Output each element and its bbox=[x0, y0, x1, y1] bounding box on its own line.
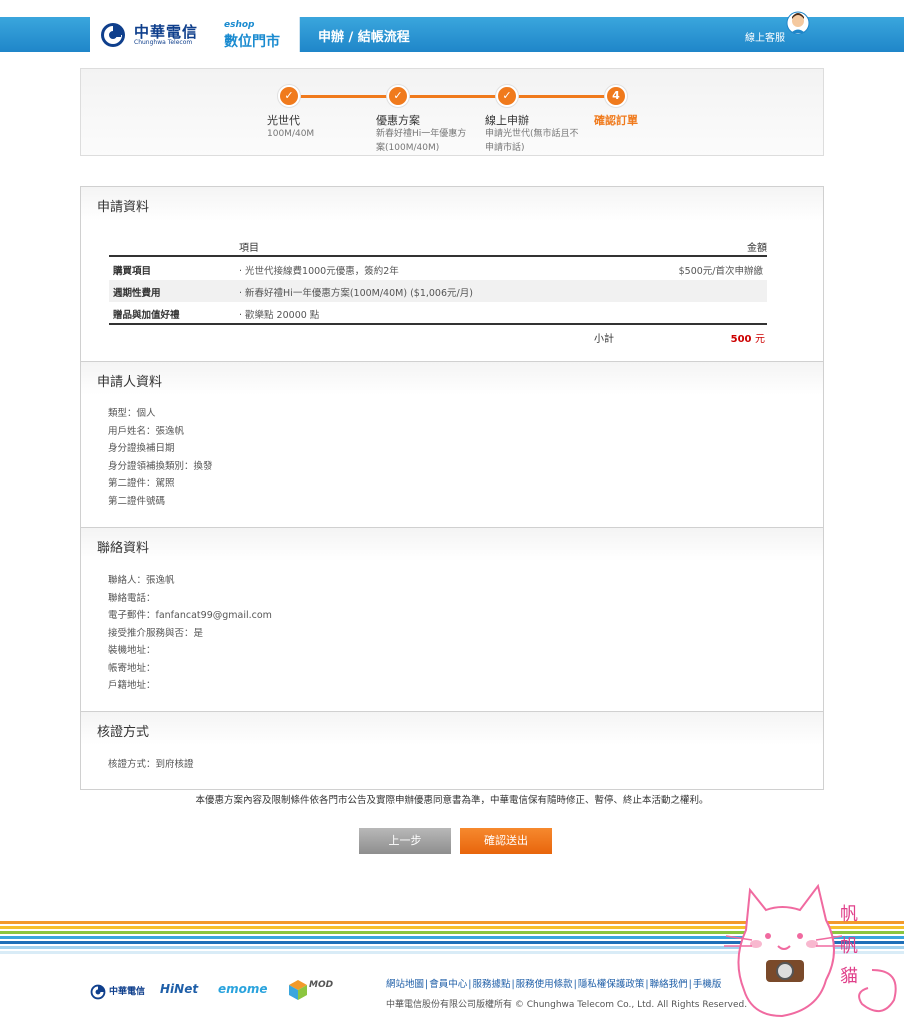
step-1-name: 光世代 bbox=[267, 114, 300, 127]
applicant-section-title: 申請人資料 bbox=[97, 375, 163, 390]
confirm-submit-button[interactable]: 確認送出 bbox=[460, 828, 552, 854]
verify-info-list: 核證方式：到府核證 bbox=[108, 756, 194, 774]
terms-notice: 本優惠方案內容及限制條件依各門市公告及實際申辦優惠同意書為準，中華電信保有隨時修… bbox=[195, 795, 709, 806]
progress-steps: ✓ 光世代 100M/40M ✓ 優惠方案 新春好禮Hi一年優惠方案(100M/… bbox=[80, 68, 824, 156]
column-amount: 金額 bbox=[747, 243, 767, 254]
list-item: 聯絡電話： bbox=[108, 592, 156, 604]
page-title: 申辦 / 結帳流程 bbox=[318, 30, 410, 45]
footer-link-member[interactable]: 會員中心 bbox=[429, 979, 467, 990]
footer-link-locations[interactable]: 服務據點 bbox=[472, 979, 510, 990]
list-item: 身分證領補換類別：換發 bbox=[108, 460, 213, 472]
footer-logo-chunghwa[interactable]: 中華電信 bbox=[109, 984, 145, 997]
step-1-desc: 100M/40M bbox=[267, 129, 315, 139]
site-header: 中華電信 Chunghwa Telecom eshop 數位門市 申辦 / 結帳… bbox=[0, 0, 904, 52]
table-row: 購買項目 · 光世代接線費1000元優惠，簽約2年 $500元/首次申辦繳 bbox=[109, 258, 767, 280]
footer-links: 網站地圖|會員中心|服務據點|服務使用條款|隱私權保護政策|聯絡我們|手機版 bbox=[386, 979, 722, 990]
list-item: 第二證件號碼 bbox=[108, 495, 166, 507]
row-label: 週期性費用 bbox=[113, 288, 161, 299]
verify-section-header: 核證方式 bbox=[81, 711, 823, 745]
step-2-name: 優惠方案 bbox=[376, 114, 420, 127]
contact-section-header: 聯絡資料 bbox=[81, 527, 823, 561]
contact-section-title: 聯絡資料 bbox=[97, 541, 150, 556]
footer-link-mobile[interactable]: 手機版 bbox=[693, 979, 722, 990]
list-item: 核證方式：到府核證 bbox=[108, 759, 194, 770]
list-item: 電子郵件：fanfancat99@gmail.com bbox=[108, 610, 272, 621]
list-item: 身分證換補日期 bbox=[108, 443, 175, 454]
footer-copyright: 中華電信股份有限公司版權所有 © Chunghwa Telecom Co., L… bbox=[386, 1000, 748, 1010]
subtotal-label: 小計 bbox=[594, 334, 614, 345]
cat-watermark-icon: 帆 帆 貓 bbox=[724, 883, 897, 1018]
footer-link-contact[interactable]: 聯絡我們 bbox=[650, 979, 688, 990]
applicant-section-header: 申請人資料 bbox=[81, 361, 823, 395]
order-section-title: 申請資料 bbox=[97, 200, 150, 215]
eshop-label: eshop bbox=[224, 20, 255, 30]
list-item: 聯絡人：張逸帆 bbox=[108, 575, 175, 586]
row-item: · 歡樂點 20000 點 bbox=[239, 310, 320, 321]
step-4-name: 確認訂單 bbox=[594, 114, 638, 127]
eshop-title: 數位門市 bbox=[224, 34, 280, 50]
table-divider bbox=[109, 323, 767, 325]
progress-line bbox=[291, 95, 617, 98]
list-item: 類型：個人 bbox=[108, 408, 156, 419]
contact-info-list: 聯絡人：張逸帆 聯絡電話： 電子郵件：fanfancat99@gmail.com… bbox=[108, 572, 272, 695]
step-2-check-icon: ✓ bbox=[387, 85, 409, 107]
footer-link-terms[interactable]: 服務使用條款 bbox=[516, 979, 573, 990]
step-3-check-icon: ✓ bbox=[496, 85, 518, 107]
row-item: · 光世代接線費1000元優惠，簽約2年 bbox=[239, 266, 399, 277]
verify-section-title: 核證方式 bbox=[97, 725, 150, 740]
row-item: · 新春好禮Hi一年優惠方案(100M/40M) ($1,006元/月) bbox=[239, 288, 473, 299]
table-row: 週期性費用 · 新春好禮Hi一年優惠方案(100M/40M) ($1,006元/… bbox=[109, 280, 767, 302]
step-3-name: 線上申辦 bbox=[485, 114, 529, 127]
order-table-header: 項目 金額 bbox=[109, 237, 767, 257]
row-label: 贈品與加值好禮 bbox=[113, 310, 180, 321]
order-confirmation-panel: 申請資料 項目 金額 購買項目 · 光世代接線費1000元優惠，簽約2年 $50… bbox=[80, 186, 824, 790]
table-row: 贈品與加值好禮 · 歡樂點 20000 點 bbox=[109, 302, 767, 324]
logo-text-en: Chunghwa Telecom bbox=[134, 39, 193, 46]
row-amount: $500元/首次申辦繳 bbox=[678, 266, 763, 277]
column-item: 項目 bbox=[239, 243, 259, 254]
step-2-desc: 新春好禮Hi一年優惠方案(100M/40M) bbox=[376, 129, 467, 153]
list-item: 用戶姓名：張逸帆 bbox=[108, 425, 185, 437]
customer-service-link[interactable]: 線上客服 bbox=[745, 29, 785, 44]
customer-service-avatar-icon[interactable] bbox=[786, 8, 810, 36]
watermark-char-2: 帆 bbox=[840, 936, 858, 957]
mod-cube-icon bbox=[289, 980, 307, 1000]
footer-logo-emome[interactable]: emome bbox=[218, 982, 268, 996]
previous-step-button[interactable]: 上一步 bbox=[359, 828, 451, 854]
order-section-header: 申請資料 bbox=[81, 187, 823, 221]
list-item: 接受推介服務與否：是 bbox=[108, 627, 204, 639]
list-item: 戶籍地址： bbox=[108, 680, 156, 691]
watermark-char-1: 帆 bbox=[840, 904, 858, 925]
brand-logo[interactable]: 中華電信 Chunghwa Telecom eshop 數位門市 bbox=[90, 17, 300, 52]
step-4-number: 4 bbox=[605, 85, 627, 107]
footer-link-privacy[interactable]: 隱私權保護政策 bbox=[578, 979, 645, 990]
chunghwa-small-logo-icon[interactable] bbox=[90, 984, 106, 1000]
applicant-info-list: 類型：個人 用戶姓名：張逸帆 身分證換補日期 身分證領補換類別：換發 第二證件：… bbox=[108, 405, 213, 510]
step-3-desc: 申請光世代(無市話且不申請市話) bbox=[485, 129, 579, 153]
row-label: 購買項目 bbox=[113, 266, 152, 277]
subtotal-value: 500 元 bbox=[730, 334, 765, 345]
footer-logo-hinet[interactable]: HiNet bbox=[160, 982, 198, 996]
list-item: 第二證件：駕照 bbox=[108, 478, 175, 489]
chunghwa-logo-icon bbox=[101, 23, 125, 47]
footer-logo-mod[interactable]: MOD bbox=[309, 980, 333, 990]
footer-link-sitemap[interactable]: 網站地圖 bbox=[386, 979, 424, 990]
watermark-char-3: 貓 bbox=[840, 966, 858, 987]
list-item: 帳寄地址： bbox=[108, 662, 156, 674]
step-1-check-icon: ✓ bbox=[278, 85, 300, 107]
list-item: 裝機地址： bbox=[108, 645, 156, 656]
